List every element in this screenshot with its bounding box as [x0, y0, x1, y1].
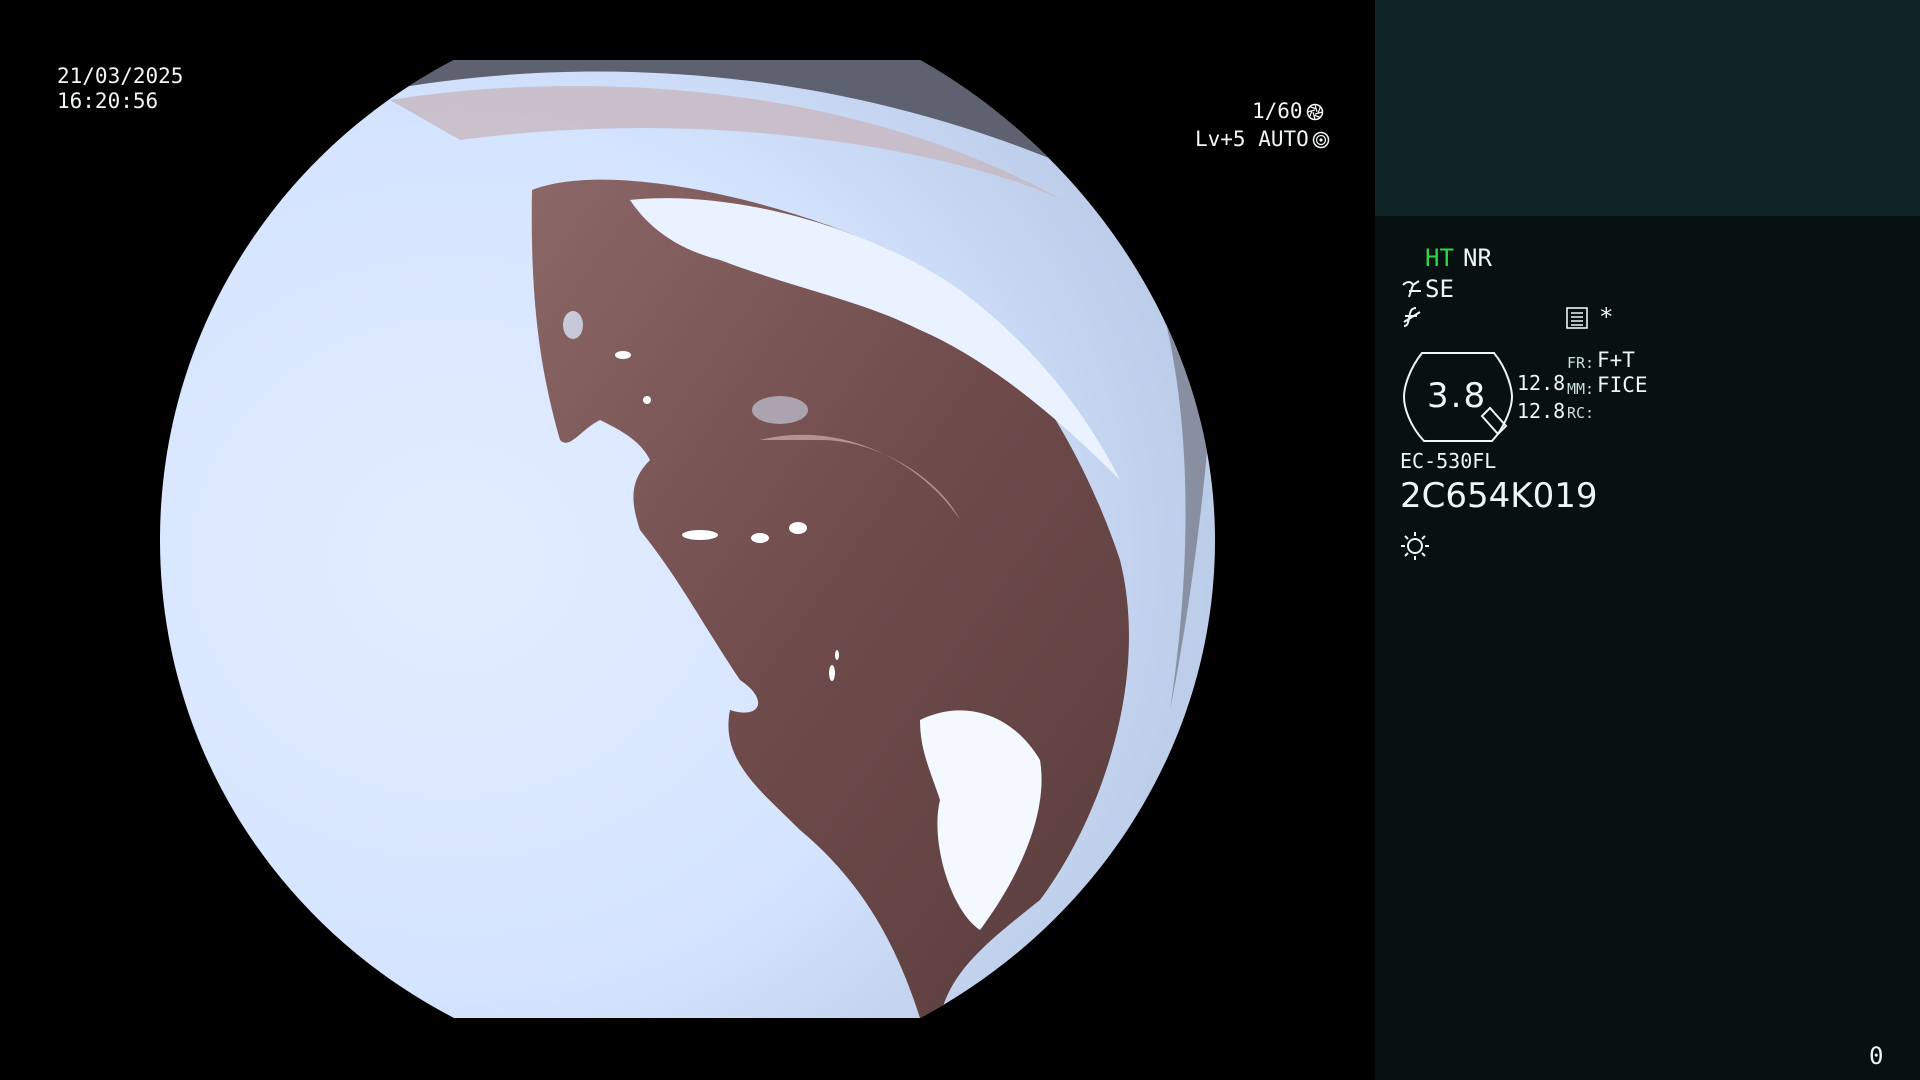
ht-indicator: HT	[1425, 244, 1454, 272]
scope-serial: 2C654K019	[1400, 476, 1598, 516]
shutter-readout: 1/60	[1252, 99, 1324, 124]
fr-label: FR:	[1567, 354, 1595, 372]
value-top: 12.8	[1517, 371, 1566, 395]
iris-icon	[1312, 131, 1330, 148]
fr-value: F+T	[1597, 348, 1635, 372]
mm-label: MM:	[1567, 380, 1595, 398]
asterisk-icon: *	[1599, 303, 1614, 331]
endoscope-video-area: 21/03/2025 16:20:56 1/60 Lv+5 AUTO	[0, 0, 1375, 1080]
status-panel-header	[1375, 0, 1920, 216]
exposure-value: Lv+5 AUTO	[1195, 127, 1309, 151]
shutter-value: 1/60	[1252, 99, 1303, 123]
gamma-icon	[1403, 307, 1421, 327]
time-readout: 16:20:56	[57, 89, 159, 113]
date-readout: 21/03/2025	[57, 64, 184, 88]
exposure-readout: Lv+5 AUTO	[1195, 127, 1330, 152]
endoscopic-image	[160, 60, 1215, 1018]
aperture-icon	[1306, 103, 1323, 120]
light-source-icon	[1401, 532, 1429, 560]
se-indicator: SE	[1425, 275, 1454, 303]
status-panel: HT NR SE * 3.8 12.8 12.8 FR: F+T MM: FIC…	[1375, 0, 1920, 1080]
structure-enhancement-icon	[1402, 280, 1421, 298]
mm-value: FICE	[1597, 373, 1648, 397]
nr-indicator: NR	[1463, 244, 1492, 272]
frame-counter: 0	[1869, 1042, 1884, 1070]
zoom-value: 3.8	[1427, 376, 1488, 416]
menu-list-icon	[1566, 307, 1588, 329]
scope-model: EC-530FL	[1400, 449, 1497, 473]
value-bottom: 12.8	[1517, 399, 1566, 423]
rc-label: RC:	[1567, 404, 1595, 422]
